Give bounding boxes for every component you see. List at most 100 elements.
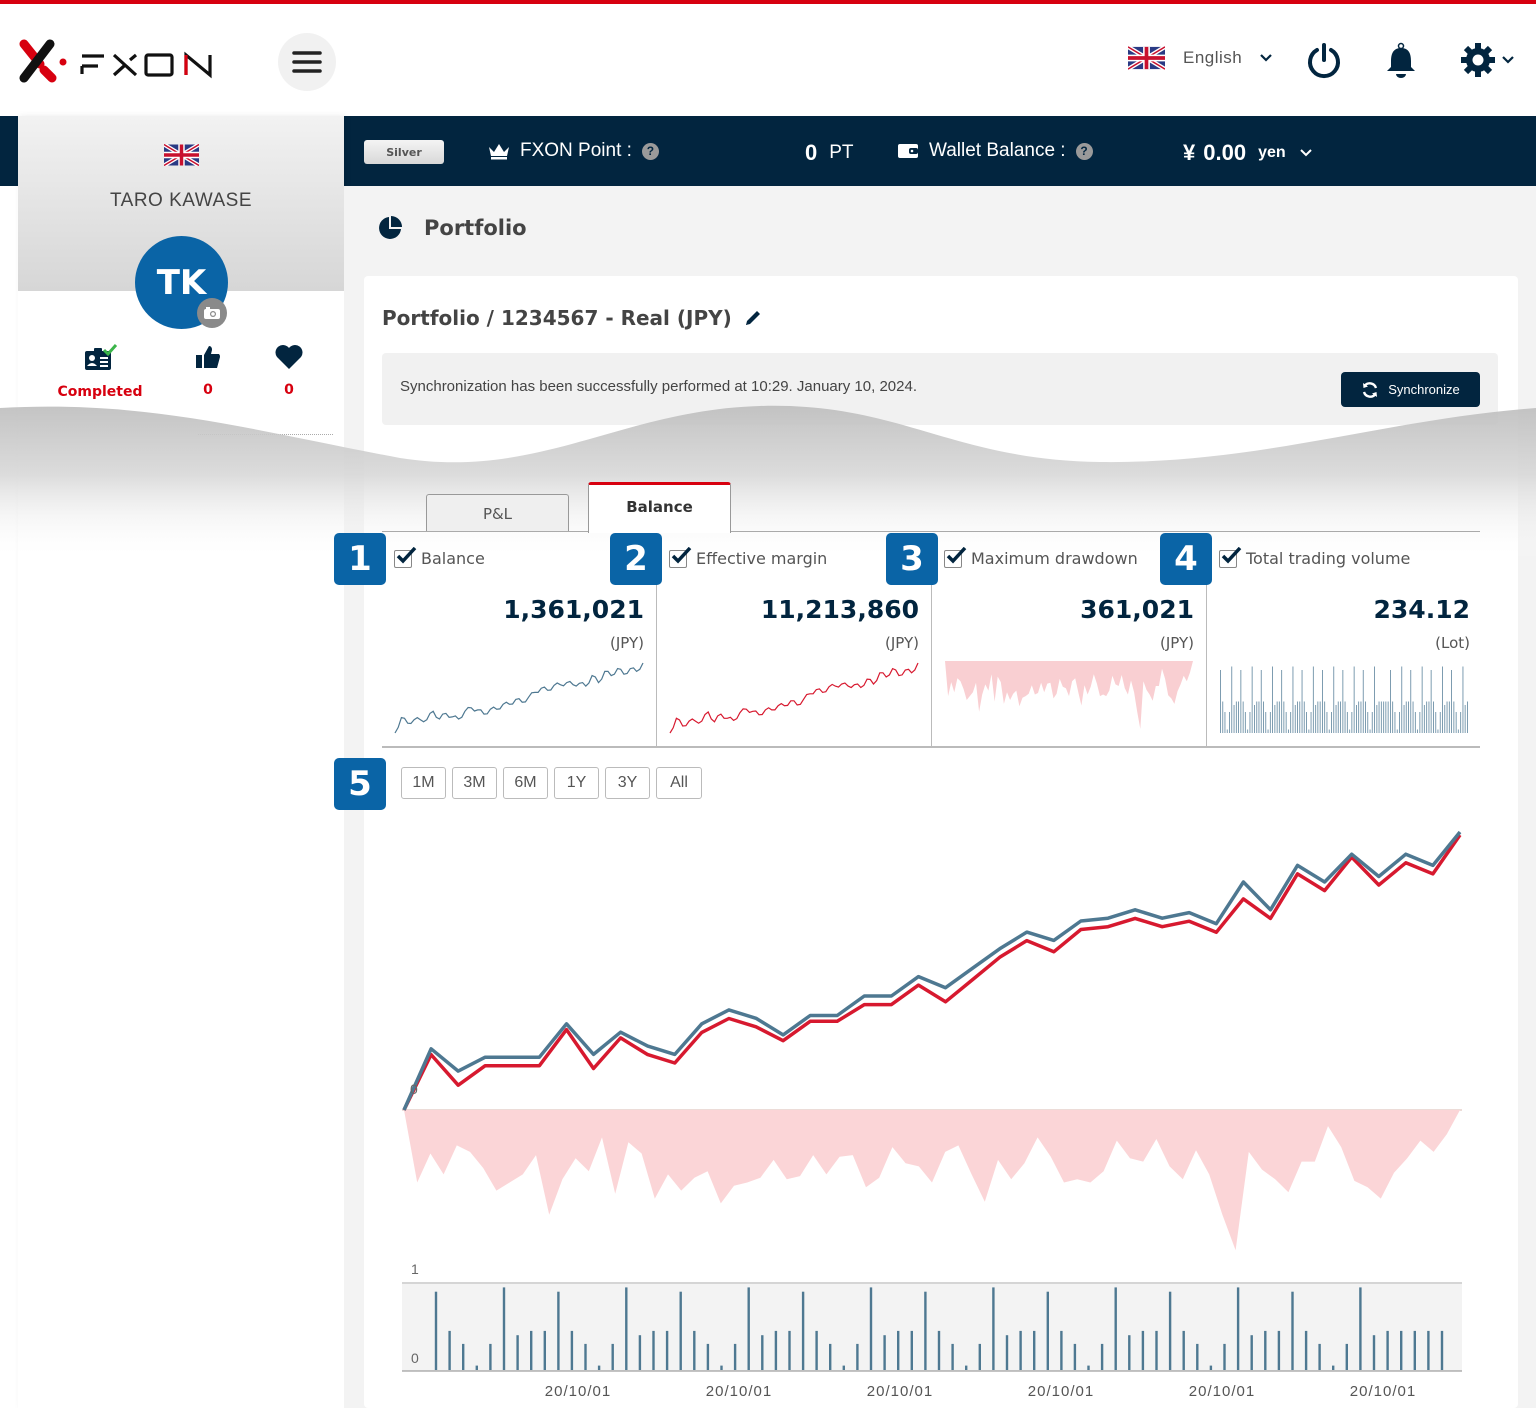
help-icon[interactable]: ? (1075, 142, 1093, 160)
balance-checkbox[interactable] (394, 546, 417, 568)
trading-volume-checkbox[interactable] (1219, 546, 1242, 568)
range-1m-button[interactable]: 1M (401, 767, 446, 799)
metric-label[interactable]: Total trading volume (1219, 546, 1410, 568)
range-1y-button[interactable]: 1Y (554, 767, 599, 799)
language-selector[interactable]: English (1128, 46, 1273, 70)
metric-label[interactable]: Balance (394, 546, 485, 568)
favorites-count[interactable]: 0 (239, 344, 339, 398)
volume-bar (638, 1335, 642, 1370)
sparkline-bar (1324, 701, 1326, 733)
effective-margin-checkbox[interactable] (669, 546, 692, 568)
change-photo-button[interactable] (197, 298, 227, 328)
volume-bar (1440, 1330, 1444, 1370)
sparkline-bar (1453, 701, 1455, 733)
sparkline-bar (1371, 712, 1373, 733)
callout-badge-1: 1 (334, 533, 386, 585)
pencil-icon[interactable] (744, 309, 762, 327)
volume-bar (992, 1287, 995, 1370)
sparkline-bar (1408, 701, 1409, 733)
crown-icon (489, 144, 509, 160)
volume-bar (883, 1335, 886, 1370)
range-6m-button[interactable]: 6M (503, 767, 548, 799)
header: English (0, 4, 1536, 116)
volume-bar (733, 1343, 737, 1370)
favorites-value: 0 (284, 382, 294, 398)
metric-trading-volume: Total trading volume 234.12 (Lot) (1207, 533, 1482, 747)
fxon-point-label: FXON Point : (520, 140, 632, 161)
max-drawdown-value: 361,021 (1080, 595, 1194, 624)
tab-balance[interactable]: Balance (588, 482, 731, 533)
uk-flag-icon (1128, 46, 1165, 70)
volume-bar (815, 1330, 818, 1370)
power-icon (1308, 43, 1340, 79)
range-3m-button[interactable]: 3M (452, 767, 497, 799)
range-all-button[interactable]: All (656, 767, 702, 799)
sparkline-bar (1387, 701, 1389, 733)
volume-bar (1400, 1330, 1403, 1370)
notifications-button[interactable] (1384, 42, 1418, 84)
metric-label[interactable]: Effective margin (669, 546, 827, 568)
y-tick-volume-0: 0 (411, 1350, 419, 1366)
sparkline-bar (1405, 701, 1407, 733)
checkmark-icon (1221, 546, 1242, 564)
sparkline-bar (1294, 705, 1296, 733)
sparkline-bar (1437, 729, 1439, 733)
volume-bar (584, 1343, 587, 1370)
sparkline-bar (1285, 712, 1287, 733)
settings-button[interactable] (1460, 42, 1514, 78)
sparkline-bar (1360, 701, 1362, 733)
sparkline-bar (1226, 729, 1228, 733)
card-title-text: Portfolio / 1234567 - Real (JPY) (382, 306, 732, 330)
callout-badge-5: 5 (334, 758, 386, 810)
sparkline-bar (1444, 705, 1446, 733)
volume-bar (462, 1343, 465, 1370)
sparkline-bar (1380, 701, 1382, 733)
wallet-value-dropdown[interactable]: ¥ 0.00 yen (1183, 140, 1312, 166)
volume-bar (570, 1330, 574, 1370)
help-icon[interactable]: ? (641, 142, 659, 160)
sparkline-bar (1267, 729, 1269, 733)
max-drawdown-checkbox[interactable] (944, 546, 967, 568)
volume-bar (448, 1330, 451, 1370)
balance-line (402, 830, 1462, 1111)
synchronize-button[interactable]: Synchronize (1341, 372, 1480, 407)
sparkline-bar (1288, 729, 1289, 733)
sparkline-bar (1276, 701, 1278, 733)
checkmark-icon (946, 546, 967, 564)
volume-bar (720, 1365, 723, 1370)
metric-label[interactable]: Maximum drawdown (944, 546, 1138, 568)
sparkline-bar (1335, 705, 1337, 733)
sparkline-bar (1367, 712, 1369, 733)
sparkline-bar (1421, 666, 1423, 733)
sparkline-bar (1240, 670, 1242, 733)
fxon-logo[interactable] (18, 38, 238, 84)
logout-button[interactable] (1306, 42, 1342, 84)
sparkline-bar (1374, 666, 1375, 733)
menu-button[interactable] (278, 33, 336, 91)
volume-bar (1304, 1330, 1308, 1370)
verification-status[interactable]: Completed (50, 344, 150, 400)
volume-bar (1046, 1291, 1049, 1370)
sparkline-bar (1344, 701, 1346, 733)
sparkline-bar (1417, 729, 1418, 733)
balance-label: Balance (421, 549, 485, 568)
volume-bar (869, 1287, 873, 1370)
tab-pl[interactable]: P&L (426, 494, 569, 532)
volume-bar (611, 1343, 614, 1370)
sparkline-bar (1308, 729, 1310, 733)
x-tick-label: 20/10/01 (1350, 1383, 1416, 1400)
sparkline-bar (1303, 701, 1305, 733)
sparkline-bar (1349, 729, 1351, 733)
thumbs-up-icon (196, 346, 220, 368)
sparkline-bar (1272, 666, 1273, 733)
sparkline-bar (1306, 712, 1307, 733)
y-tick-volume-1: 1 (411, 1261, 419, 1277)
sparkline-bar (1269, 712, 1271, 733)
sparkline-bar (1412, 701, 1414, 733)
range-3y-button[interactable]: 3Y (605, 767, 650, 799)
sparkline-bar (1385, 701, 1387, 733)
sparkline-bar (1229, 712, 1230, 733)
volume-bar (597, 1365, 601, 1370)
sparkline-bar (1326, 712, 1328, 733)
volume-bar (1209, 1365, 1213, 1370)
